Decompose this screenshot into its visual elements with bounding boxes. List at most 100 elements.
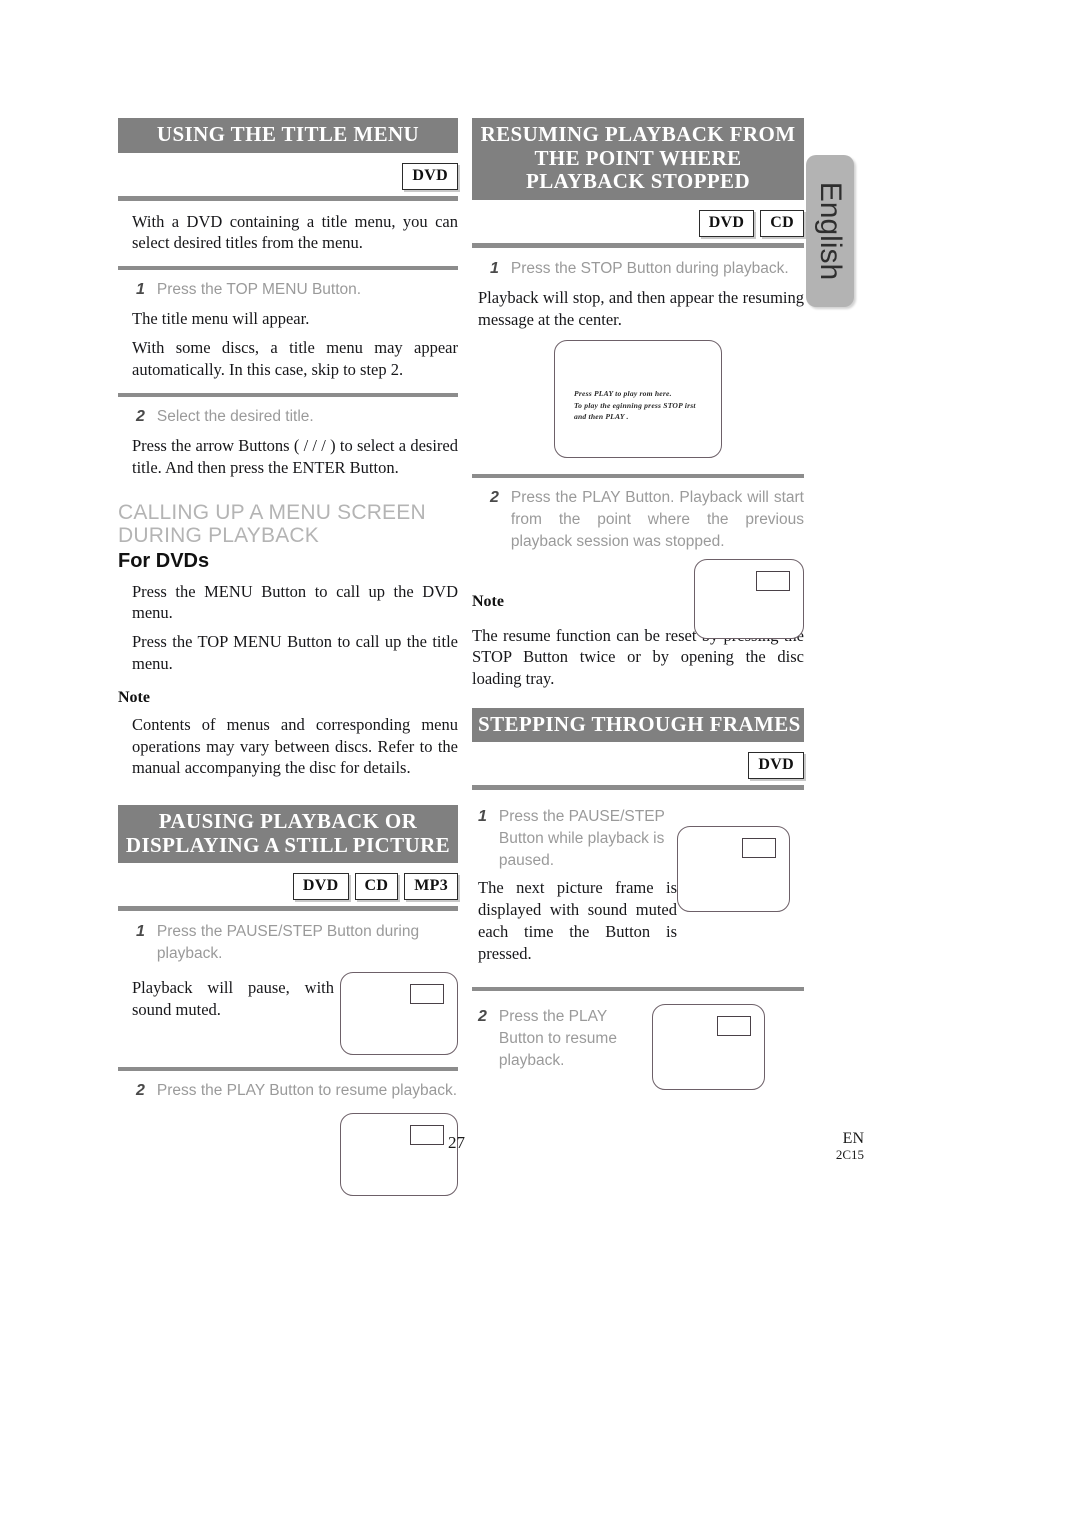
tv-screen-illustration xyxy=(340,1112,458,1196)
note-label: Note xyxy=(118,688,150,706)
disc-badges-resuming: DVD CD xyxy=(472,209,804,237)
step-body-extra: With some discs, a title menu may appear… xyxy=(132,338,458,379)
screen-indicator-icon xyxy=(410,1124,444,1145)
heading-line: PAUSING PLAYBACK OR xyxy=(158,809,418,834)
step-text: Press the STOP Button during playback. xyxy=(510,259,789,277)
section-heading-using-title-menu: USING THE TITLE MENU xyxy=(118,118,458,153)
osd-line-2: To play the eginning press STOP irst xyxy=(574,400,696,410)
step-body: Playback will stop, and then appear the … xyxy=(478,287,804,329)
heading-line: RESUMING PLAYBACK FROM xyxy=(480,122,796,146)
section-heading-pausing-playback: PAUSING PLAYBACK OR DISPLAYING A STILL P… xyxy=(118,805,458,864)
note-body: Contents of menus and corresponding menu… xyxy=(132,714,458,778)
heading-line: USING THE TITLE MENU xyxy=(156,122,420,146)
step-number: 1 xyxy=(136,923,145,941)
step-divider xyxy=(118,392,458,397)
badge-dvd: DVD xyxy=(748,752,804,780)
subheading-line-2: DURING PLAYBACK xyxy=(118,524,319,548)
figure-row: Playback will pause, with sound muted. xyxy=(118,970,458,1056)
right-column: RESUMING PLAYBACK FROM THE POINT WHERE P… xyxy=(472,118,804,1091)
divider-rule xyxy=(472,242,804,248)
figure-row xyxy=(118,1112,458,1196)
heading-line: PLAYBACK STOPPED xyxy=(525,169,751,194)
section-using-title-menu: USING THE TITLE MENU DVD With a DVD cont… xyxy=(118,118,458,479)
footer-page-number: 27 xyxy=(448,1133,465,1152)
footer-language-code: EN xyxy=(842,1130,864,1147)
footer-codes: EN 2C15 xyxy=(744,1130,864,1163)
badge-dvd: DVD xyxy=(402,162,458,190)
on-screen-message: Press PLAY to play rom here. To play the… xyxy=(574,388,709,422)
step-number: 1 xyxy=(136,281,145,299)
screen-indicator-icon xyxy=(756,570,790,591)
step-divider xyxy=(118,266,458,271)
step-text: Press the PLAY Button. Playback will sta… xyxy=(510,489,804,550)
subheading-for-dvds: For DVDs xyxy=(118,549,210,572)
disc-badges-stepping: DVD xyxy=(472,752,804,780)
disc-badges-title-menu: DVD xyxy=(118,162,458,190)
footer-document-code: 2C15 xyxy=(835,1146,864,1162)
step-number: 1 xyxy=(490,259,499,277)
section-stepping-through-frames: STEPPING THROUGH FRAMES DVD 1 Press the … xyxy=(472,707,804,1091)
step-body: The next picture frame is displayed with… xyxy=(478,878,677,963)
divider-rule xyxy=(118,195,458,201)
section-resuming-playback: RESUMING PLAYBACK FROM THE POINT WHERE P… xyxy=(472,118,804,690)
step-text: Select the desired title. xyxy=(156,407,314,425)
step-body: Playback will pause, with sound muted. xyxy=(132,978,334,1020)
step-number: 2 xyxy=(478,1008,487,1026)
step-item: 2 Select the desired title. xyxy=(136,406,458,428)
badge-dvd: DVD xyxy=(292,873,349,901)
manual-page: USING THE TITLE MENU DVD With a DVD cont… xyxy=(0,0,1080,1527)
screen-indicator-icon xyxy=(410,984,444,1005)
screen-indicator-icon xyxy=(717,1016,751,1037)
badge-cd: CD xyxy=(354,873,399,901)
divider-rule xyxy=(118,906,458,912)
step-item: 1 Press the TOP MENU Button. xyxy=(136,279,458,301)
step-item: 2 Press the PLAY Button. Playback will s… xyxy=(490,487,804,552)
divider-rule xyxy=(472,785,804,791)
osd-line-3: and then PLAY . xyxy=(574,412,629,422)
badge-mp3: MP3 xyxy=(404,873,458,901)
section-calling-up-menu: CALLING UP A MENU SCREEN DURING PLAYBACK… xyxy=(118,501,458,779)
step-number: 1 xyxy=(478,808,487,826)
step-divider xyxy=(472,987,804,992)
body-paragraph: Press the MENU Button to call up the DVD… xyxy=(132,581,458,623)
step-item: 1 Press the PAUSE/STEP Button while play… xyxy=(478,806,677,871)
badge-dvd: DVD xyxy=(698,209,755,237)
osd-line-1: Press PLAY to play rom here. xyxy=(574,389,672,399)
step-text: Press the PAUSE/STEP Button while playba… xyxy=(498,808,665,869)
heading-line: THE POINT WHERE xyxy=(534,145,742,170)
subheading-line-1: CALLING UP A MENU SCREEN xyxy=(118,500,426,524)
step-body: The title menu will appear. xyxy=(132,309,310,329)
section-pausing-playback: PAUSING PLAYBACK OR DISPLAYING A STILL P… xyxy=(118,805,458,1196)
tv-screen-illustration-osd: Press PLAY to play rom here. To play the… xyxy=(554,340,722,459)
figure-row: 2 Press the PLAY Button to resume playba… xyxy=(472,1000,804,1091)
step-text: Press the PLAY Button to resume playback… xyxy=(156,1082,458,1100)
body-paragraph: Press the TOP MENU Button to call up the… xyxy=(132,632,458,673)
section-heading-stepping-frames: STEPPING THROUGH FRAMES xyxy=(472,707,804,743)
disc-badges-pausing: DVD CD MP3 xyxy=(118,873,458,901)
figure-row: 1 Press the PAUSE/STEP Button while play… xyxy=(472,800,804,971)
step-number: 2 xyxy=(136,407,145,425)
subheading-calling-up-menu: CALLING UP A MENU SCREEN DURING PLAYBACK xyxy=(118,501,458,548)
tv-screen-illustration xyxy=(694,558,804,639)
step-number: 2 xyxy=(136,1082,145,1100)
step-body: Press the arrow Buttons ( / / / ) to sel… xyxy=(132,436,458,477)
step-divider xyxy=(472,474,804,479)
tv-screen-illustration xyxy=(677,826,790,913)
tv-screen-illustration xyxy=(340,972,458,1056)
section-heading-resuming-playback: RESUMING PLAYBACK FROM THE POINT WHERE P… xyxy=(472,118,804,200)
badge-cd: CD xyxy=(760,209,804,237)
language-tab-label: English xyxy=(814,181,847,281)
intro-paragraph: With a DVD containing a title menu, you … xyxy=(132,211,458,253)
figure-row: Press PLAY to play rom here. To play the… xyxy=(472,340,804,459)
step-text: Press the TOP MENU Button. xyxy=(156,281,362,299)
step-item: 1 Press the STOP Button during playback. xyxy=(490,258,804,280)
step-number: 2 xyxy=(490,489,499,507)
step-text: Press the PLAY Button to resume playback… xyxy=(498,1008,617,1069)
left-column: USING THE TITLE MENU DVD With a DVD cont… xyxy=(118,118,458,1196)
step-divider xyxy=(118,1067,458,1072)
tv-screen-illustration xyxy=(652,1004,765,1091)
language-tab-english: English xyxy=(806,155,854,307)
heading-line: STEPPING THROUGH FRAMES xyxy=(478,711,801,736)
step-item: 1 Press the PAUSE/STEP Button during pla… xyxy=(136,921,458,964)
step-text: Press the PAUSE/STEP Button during playb… xyxy=(156,923,420,962)
